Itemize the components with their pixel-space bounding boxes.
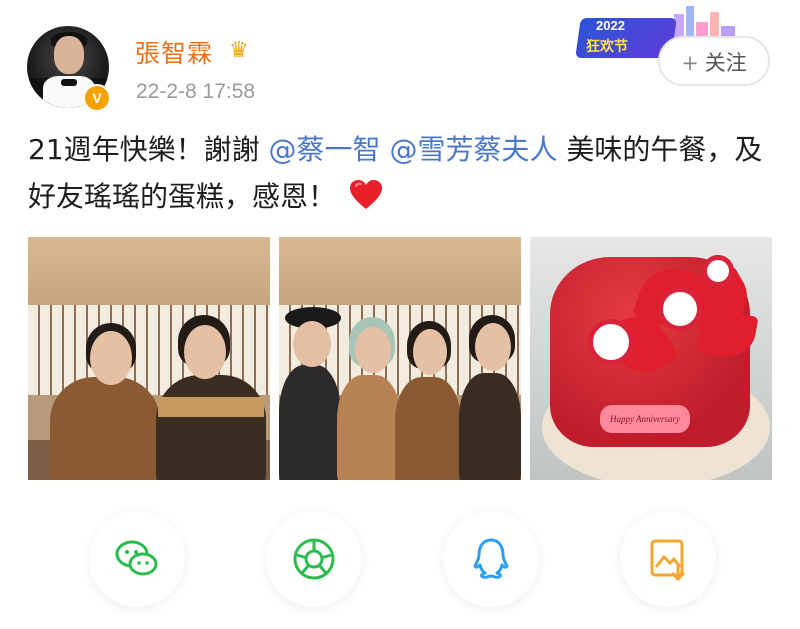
crown-icon: ♛ — [229, 38, 249, 63]
person-woman — [50, 377, 160, 480]
white-flower-2 — [588, 319, 634, 365]
share-wechat-button[interactable] — [89, 511, 185, 607]
heart-icon — [349, 180, 382, 209]
moments-icon — [293, 538, 335, 580]
person-man — [156, 375, 266, 480]
share-moments-button[interactable] — [266, 511, 362, 607]
qq-icon — [473, 538, 509, 579]
avatar-face — [54, 36, 84, 74]
photo-group[interactable] — [279, 237, 521, 480]
banner-slogan: 狂欢节 — [586, 39, 628, 55]
save-image-icon — [650, 539, 686, 582]
share-qq-button[interactable] — [443, 511, 539, 607]
white-flower-3 — [702, 255, 734, 287]
post-text-part1: 21週年快樂！謝謝 — [28, 133, 260, 166]
banner-year: 2022 — [596, 18, 625, 33]
bow-tie — [61, 79, 77, 86]
post-timestamp: 22-2-8 17:58 — [136, 80, 256, 103]
follow-label: 关注 — [704, 51, 747, 75]
plus-icon: + — [681, 51, 699, 75]
white-flower-1 — [658, 287, 702, 331]
photo-couple[interactable] — [28, 237, 270, 480]
cake-plaque: Happy Anniversary — [600, 405, 690, 433]
photo-cake[interactable]: Happy Anniversary — [530, 237, 772, 480]
verified-badge: V — [83, 84, 111, 112]
author-name[interactable]: 張智霖 — [135, 34, 213, 70]
post-text: 21週年快樂！謝謝 @蔡一智 @雪芳蔡夫人 美味的午餐，及好友瑤瑤的蛋糕，感恩！ — [28, 126, 768, 220]
mention-link-1[interactable]: @蔡一智 — [269, 133, 381, 166]
share-save-button[interactable] — [620, 511, 716, 607]
wechat-icon — [115, 540, 158, 576]
mention-link-2[interactable]: @雪芳蔡夫人 — [389, 133, 557, 166]
follow-button[interactable]: + 关注 — [658, 36, 770, 86]
